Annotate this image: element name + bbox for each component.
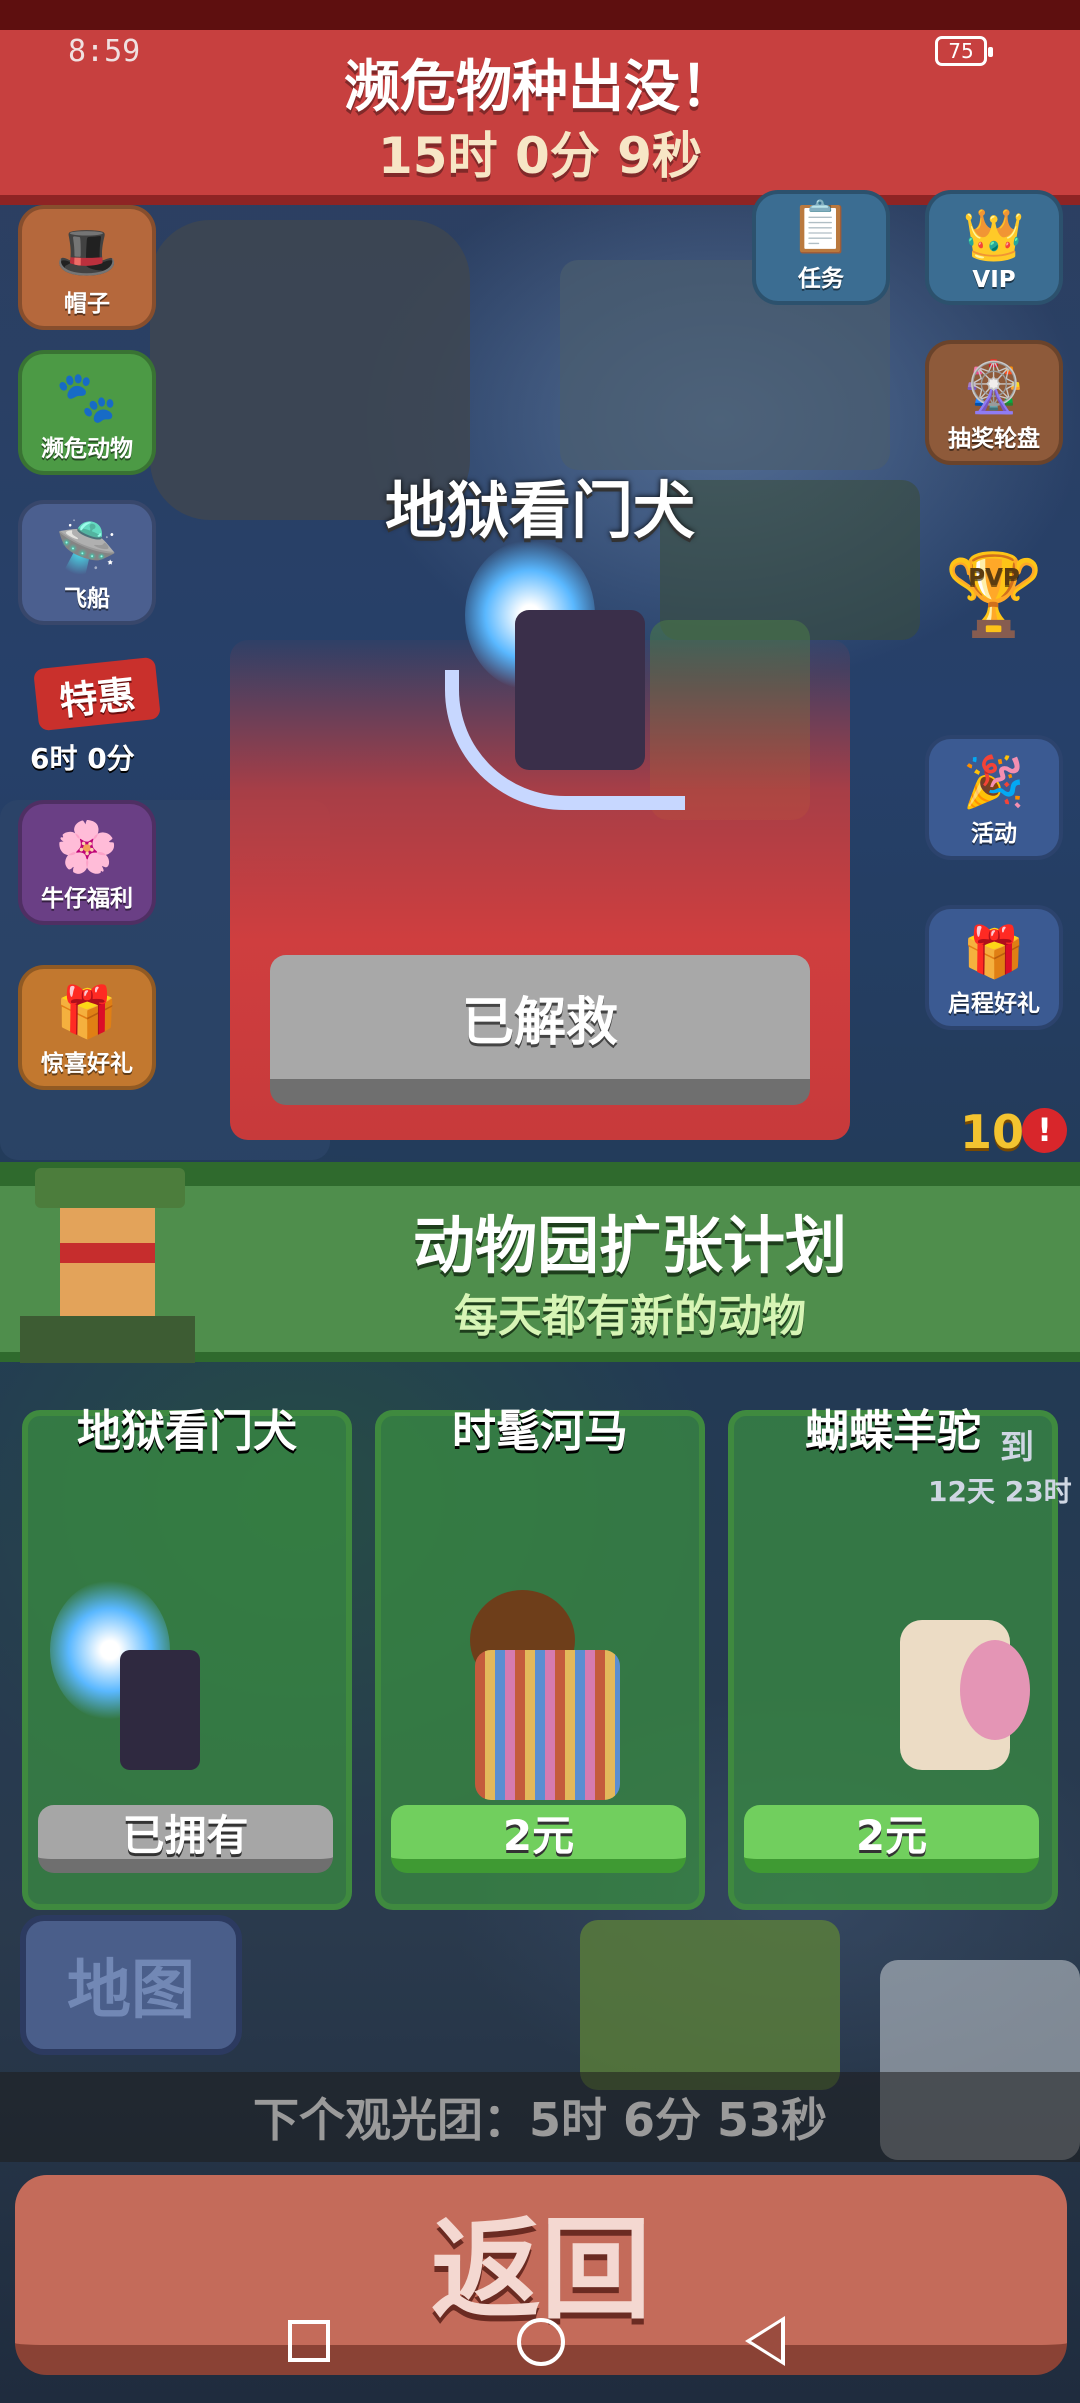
buy-alpaca-button[interactable]: 2元 [744, 1805, 1039, 1873]
left-menu-hat[interactable]: 🎩 帽子 [18, 205, 156, 330]
right-menu-departure-gift[interactable]: 🎁 启程好礼 [925, 905, 1063, 1030]
left-menu-label: 惊喜好礼 [41, 1051, 133, 1077]
flower-icon: 🌸 [55, 818, 119, 876]
banner-title: 濒危物种出没！ [344, 55, 736, 120]
vip-icon: 👑 [962, 206, 1026, 264]
left-menu-label: 帽子 [64, 291, 110, 317]
animal-card-name: 时髦河马 [452, 1406, 628, 1457]
creature-body [120, 1650, 200, 1770]
next-tour-countdown: 下个观光团：5时 6分 53秒 [0, 2072, 1080, 2162]
right-menu-vip[interactable]: 👑 VIP [925, 190, 1063, 305]
hippo-body [475, 1650, 620, 1800]
cerberus-card-image [40, 1580, 210, 1820]
left-menu-endangered[interactable]: 🐾 濒危动物 [18, 350, 156, 475]
recent-apps-icon[interactable] [288, 2320, 330, 2362]
left-menu-cowboy[interactable]: 🌸 牛仔福利 [18, 800, 156, 925]
side-hint-timer: 12天 23时 [928, 1475, 1072, 1508]
owned-button[interactable]: 已拥有 [38, 1805, 333, 1873]
alpaca-card-image [860, 1560, 1030, 1800]
animal-card-name: 地狱看门犬 [77, 1406, 297, 1457]
zookeeper-avatar [20, 1168, 195, 1363]
left-menu-label: 飞船 [64, 586, 110, 612]
right-menu-label: 任务 [798, 266, 844, 292]
keeper-body [20, 1316, 195, 1363]
side-hint-label: 到 [1000, 1428, 1034, 1468]
left-menu-label: 濒危动物 [41, 436, 133, 462]
right-menu-label: 抽奖轮盘 [948, 426, 1040, 452]
keeper-hat [35, 1168, 185, 1208]
endangered-banner[interactable]: 濒危物种出没！ 15时 0分 9秒 [0, 30, 1080, 205]
banner-countdown: 15时 0分 9秒 [378, 127, 702, 185]
creature-tail [445, 670, 685, 810]
right-menu-event[interactable]: 🎉 活动 [925, 735, 1063, 860]
buy-hippo-button[interactable]: 2元 [391, 1805, 686, 1873]
battery-icon: 75 [935, 36, 993, 66]
right-menu-task[interactable]: 📋 任务 [752, 190, 890, 305]
back-nav-icon-inner [751, 2322, 781, 2360]
expansion-title: 动物园扩张计划 [412, 1209, 847, 1282]
butterfly-wing [960, 1640, 1030, 1740]
right-menu-pvp[interactable]: 🏆 PVP [925, 525, 1063, 650]
expansion-subtitle: 每天都有新的动物 [454, 1291, 806, 1342]
sale-label: 特惠 [57, 671, 138, 724]
airship-icon: 🛸 [55, 518, 119, 576]
left-menu-sale[interactable]: 特惠 6时 0分 [18, 655, 161, 775]
notification-count: 10 [960, 1105, 1025, 1159]
cerberus-image [425, 540, 685, 820]
alert-icon: ! [1022, 1108, 1067, 1153]
map-button[interactable]: 地图 [20, 1915, 242, 2055]
event-icon: 🎉 [962, 753, 1026, 811]
left-menu-airship[interactable]: 🛸 飞船 [18, 500, 156, 625]
home-icon[interactable] [517, 2318, 565, 2366]
right-menu-roulette[interactable]: 🎡 抽奖轮盘 [925, 340, 1063, 465]
scene-bush [580, 1920, 840, 2090]
roulette-icon: 🎡 [962, 358, 1026, 416]
right-menu-label: 活动 [971, 821, 1017, 847]
rescued-animal-name: 地狱看门犬 [384, 474, 695, 547]
left-menu-surprise[interactable]: 🎁 惊喜好礼 [18, 965, 156, 1090]
task-icon: 📋 [789, 198, 853, 256]
gift-icon: 🎁 [55, 983, 119, 1041]
sale-timer: 6时 0分 [30, 742, 135, 775]
sale-tag-icon: 特惠 [33, 656, 161, 732]
paw-icon: 🐾 [55, 368, 119, 426]
right-menu-label: 启程好礼 [948, 991, 1040, 1017]
status-bar [0, 0, 1080, 30]
trophy-icon: 🏆 [944, 548, 1044, 641]
keeper-face [60, 1208, 155, 1318]
right-menu-label: VIP [972, 267, 1016, 293]
notification-badge[interactable]: 10 ! [960, 1105, 1070, 1160]
hat-icon: 🎩 [55, 223, 119, 281]
keeper-glasses [60, 1243, 155, 1263]
rescued-button[interactable]: 已解救 [270, 955, 810, 1105]
right-menu-label: PVP [968, 565, 1020, 591]
status-time: 8:59 [68, 34, 141, 69]
left-menu-label: 牛仔福利 [41, 886, 133, 912]
hippo-card-image [460, 1590, 620, 1805]
gift-stack-icon: 🎁 [962, 923, 1026, 981]
